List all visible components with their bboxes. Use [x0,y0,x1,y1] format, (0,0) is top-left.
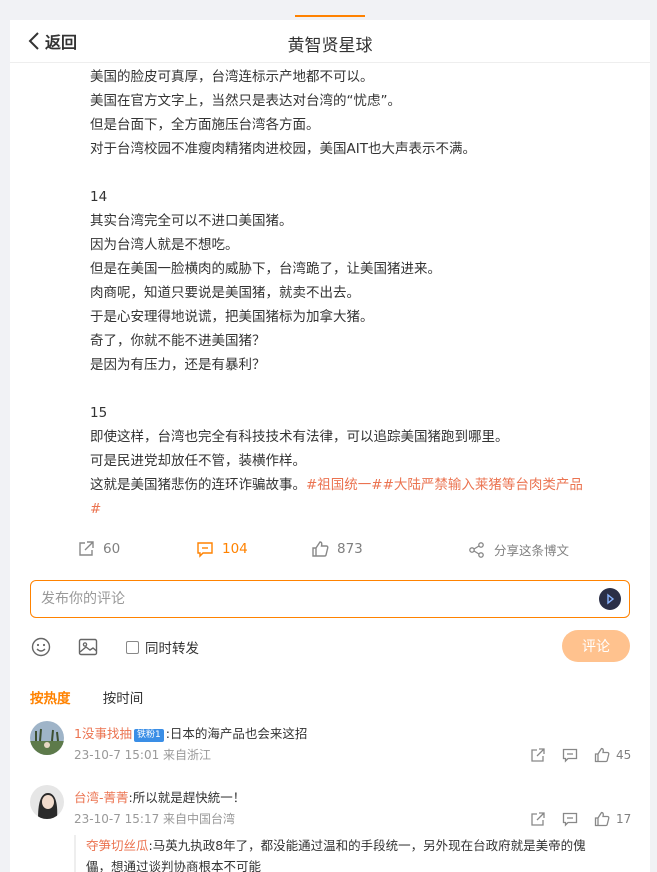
post-line: 其实台湾完全可以不进口美国猪。 [90,213,293,229]
forward-checkbox[interactable]: 同时转发 [126,637,199,657]
post-body: 美国的脸皮可真厚，台湾连标示产地都不可以。 美国在官方文字上，当然只是表达对台湾… [90,65,640,521]
comment-icon[interactable] [562,811,578,827]
hashtag-link[interactable]: #祖国统一# [306,477,383,493]
submit-comment-button[interactable]: 评论 [562,630,630,662]
sort-by-hot-tab[interactable]: 按热度 [30,691,71,707]
comment-text-line: 1没事找抽 铁粉1:日本的海产品也会来这招 [74,723,307,742]
repost-icon[interactable] [530,811,546,827]
post-line: 可是民进党却放任不管，装横作样。 [90,453,306,469]
repost-count: 60 [103,541,121,557]
share-label: 分享这条博文 [494,543,570,558]
fan-badge: 铁粉1 [133,729,164,742]
comment-item: 1没事找抽 铁粉1:日本的海产品也会来这招 23-10-7 15:01 来自浙江 … [30,721,632,769]
post-line: 即使这样，台湾也完全有科技技术有法律，可以追踪美国猪跑到哪里。 [90,429,509,445]
nav-bar: 返回 黄智贤星球 [10,20,650,63]
top-tab-strip [0,0,657,20]
share-button[interactable]: 分享这条博文 [468,540,569,559]
comment-sort: 按热度 按时间 [30,687,171,707]
reply-line-continued: 儡，想通过谈判协商根本不可能 [86,859,262,872]
comment-box [30,580,630,618]
comment-actions: 45 [530,747,632,763]
comment-text: :日本的海产品也会来这招 [165,726,308,741]
sort-by-time-tab[interactable]: 按时间 [103,691,144,707]
comment-like-count: 17 [616,812,632,826]
post-line: 因为台湾人就是不想吃。 [90,237,239,253]
post-line-text: 这就是美国猪悲伤的连环诈骗故事。 [90,477,306,493]
post-card: 返回 黄智贤星球 美国的脸皮可真厚，台湾连标示产地都不可以。 美国在官方文字上，… [10,20,650,872]
comment-like-count: 45 [616,748,632,762]
post-line-with-tags: 这就是美国猪悲伤的连环诈骗故事。#祖国统一##大陆严禁输入莱猪等台肉类产品 [90,473,640,497]
post-line: 美国的脸皮可真厚，台湾连标示产地都不可以。 [90,69,374,85]
avatar-image [30,785,64,819]
comment-meta: 23-10-7 15:01 来自浙江 [74,748,212,762]
avatar-image [30,721,64,755]
reply-thread: 夺笋切丝瓜:马英九执政8年了，都没能通过温和的手段统一，另外现在台政府就是美帝的… [74,835,630,872]
comment-meta: 23-10-7 15:17 来自中国台湾 [74,812,236,826]
thumbs-up-icon[interactable] [594,811,610,827]
comment-username[interactable]: 1没事找抽 [74,726,132,741]
comment-text: :所以就是趕快統一！ [128,790,246,805]
comment-icon [197,542,213,558]
thumbs-up-icon[interactable] [594,747,610,763]
repost-button[interactable]: 60 [77,540,120,558]
emoji-icon[interactable] [30,636,52,658]
avatar[interactable] [30,721,64,755]
comment-button[interactable]: 104 [196,540,248,558]
repost-icon[interactable] [530,747,546,763]
post-line: 15 [90,405,108,421]
comment-icon[interactable] [562,747,578,763]
post-line: 但是在美国一脸横肉的威胁下，台湾跪了，让美国猪进来。 [90,261,441,277]
post-line: 美国在官方文字上，当然只是表达对台湾的“忧虑”。 [90,93,401,109]
thumbs-up-icon [312,541,329,557]
repost-icon [79,541,94,556]
post-line: 肉商呢，知道只要说是美国猪，就卖不出去。 [90,285,360,301]
post-line: 但是台面下，全方面施压台湾各方面。 [90,117,320,133]
comment-item: 台湾-菁菁:所以就是趕快統一！ 23-10-7 15:17 来自中国台湾 17 [30,785,632,833]
ai-assistant-icon[interactable] [599,588,621,610]
sparkle-icon [607,593,615,605]
post-actions: 60 104 873 分享这条博文 [10,536,650,566]
page-title: 黄智贤星球 [287,36,373,56]
comment-text-line: 台湾-菁菁:所以就是趕快統一！ [74,787,245,806]
share-icon [469,541,484,558]
like-button[interactable]: 873 [311,540,363,558]
reply-text: :马英九执政8年了，都没能通过温和的手段统一，另外现在台政府就是美帝的傀 [148,838,586,853]
hashtag-link-end[interactable]: # [90,501,101,517]
forward-label: 同时转发 [145,641,199,657]
post-line: 14 [90,189,108,205]
post-line: 是因为有压力，还是有暴利？ [90,357,266,373]
comment-tools: 同时转发 评论 [30,630,630,664]
post-line: # [90,497,640,521]
comment-actions: 17 [530,811,632,827]
post-line: 奇了，你就不能不进美国猪？ [90,333,266,349]
post-line: 对于台湾校园不准瘦肉精猪肉进校园，美国AIT也大声表示不满。 [90,141,476,157]
comment-input[interactable] [41,589,581,609]
comment-username[interactable]: 台湾-菁菁 [74,790,129,805]
checkbox[interactable] [126,640,139,654]
hashtag-link[interactable]: #大陆严禁输入莱猪等台肉类产品 [383,477,583,493]
post-line: 于是心安理得地说谎，把美国猪标为加拿大猪。 [90,309,374,325]
reply-username[interactable]: 夺笋切丝瓜 [86,838,149,853]
image-icon[interactable] [77,636,99,658]
active-tab-indicator [295,15,365,17]
comment-count: 104 [222,541,248,557]
like-count: 873 [337,541,363,557]
reply-line: 夺笋切丝瓜:马英九执政8年了，都没能通过温和的手段统一，另外现在台政府就是美帝的… [86,835,630,856]
avatar[interactable] [30,785,64,819]
